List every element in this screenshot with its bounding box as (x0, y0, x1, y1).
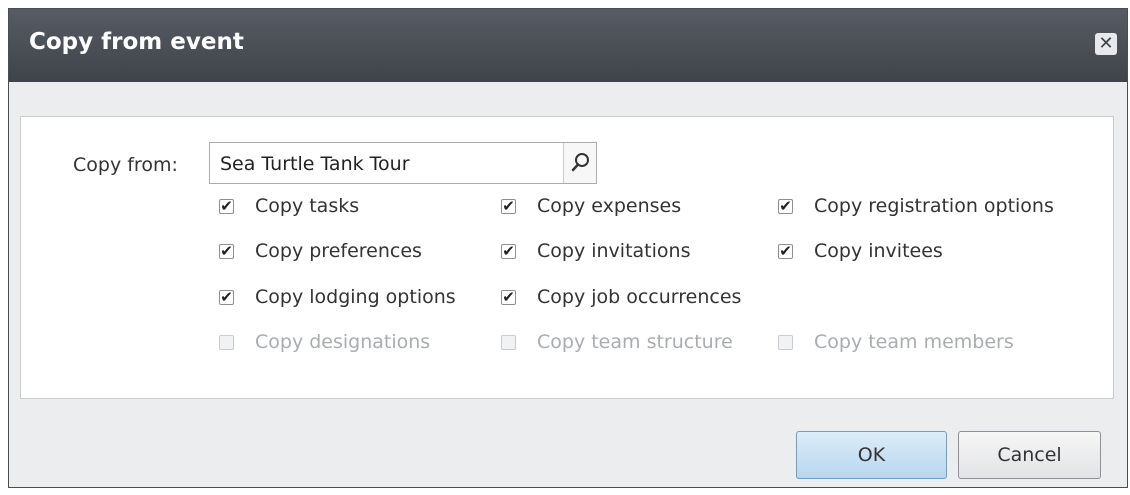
cancel-button[interactable]: Cancel (958, 431, 1101, 479)
option-label: Copy registration options (814, 195, 1054, 217)
checkbox-copy-lodging-options[interactable]: ✔ (219, 289, 234, 305)
copy-from-lookup[interactable]: Sea Turtle Tank Tour (209, 142, 597, 184)
option-label: Copy invitations (537, 240, 691, 262)
checkbox-copy-tasks[interactable]: ✔ (219, 198, 234, 214)
option-copy-invitations[interactable]: ✔ Copy invitations (501, 237, 690, 265)
option-copy-preferences[interactable]: ✔ Copy preferences (219, 237, 422, 265)
checkbox-copy-registration-options[interactable]: ✔ (778, 198, 793, 214)
option-label: Copy preferences (255, 240, 422, 262)
dialog-titlebar: Copy from event ✕ (9, 9, 1127, 82)
copy-from-input[interactable]: Sea Turtle Tank Tour (220, 153, 410, 175)
option-label: Copy team members (814, 331, 1014, 353)
checkbox-copy-invitations[interactable]: ✔ (501, 243, 516, 259)
checkbox-copy-team-structure (501, 334, 516, 350)
checkbox-copy-invitees[interactable]: ✔ (778, 243, 793, 259)
checkbox-copy-job-occurrences[interactable]: ✔ (501, 289, 516, 305)
copy-from-event-dialog: Copy from event ✕ Copy from: Sea Turtle … (8, 8, 1128, 488)
dialog-title: Copy from event (29, 29, 244, 55)
checkbox-copy-preferences[interactable]: ✔ (219, 243, 234, 259)
option-label: Copy lodging options (255, 286, 456, 308)
checkbox-copy-expenses[interactable]: ✔ (501, 198, 516, 214)
option-copy-registration-options[interactable]: ✔ Copy registration options (778, 192, 1054, 220)
option-label: Copy expenses (537, 195, 682, 217)
option-copy-lodging-options[interactable]: ✔ Copy lodging options (219, 283, 456, 311)
option-label: Copy designations (255, 331, 431, 353)
option-label: Copy invitees (814, 240, 943, 262)
option-copy-job-occurrences[interactable]: ✔ Copy job occurrences (501, 283, 741, 311)
option-label: Copy job occurrences (537, 286, 742, 308)
option-copy-team-structure: Copy team structure (501, 328, 733, 356)
option-copy-team-members: Copy team members (778, 328, 1014, 356)
close-icon: ✕ (1098, 33, 1114, 54)
dialog-content: Copy from: Sea Turtle Tank Tour ✔ Copy t… (20, 116, 1114, 399)
option-copy-designations: Copy designations (219, 328, 430, 356)
copy-from-label: Copy from: (73, 154, 178, 176)
option-label: Copy team structure (537, 331, 733, 353)
search-icon (571, 153, 589, 172)
option-copy-invitees[interactable]: ✔ Copy invitees (778, 237, 943, 265)
option-label: Copy tasks (255, 195, 360, 217)
option-copy-expenses[interactable]: ✔ Copy expenses (501, 192, 681, 220)
close-button[interactable]: ✕ (1095, 33, 1117, 55)
option-copy-tasks[interactable]: ✔ Copy tasks (219, 192, 359, 220)
checkbox-copy-designations (219, 334, 234, 350)
ok-button[interactable]: OK (796, 431, 947, 479)
checkbox-copy-team-members (778, 334, 793, 350)
search-button[interactable] (563, 143, 596, 183)
